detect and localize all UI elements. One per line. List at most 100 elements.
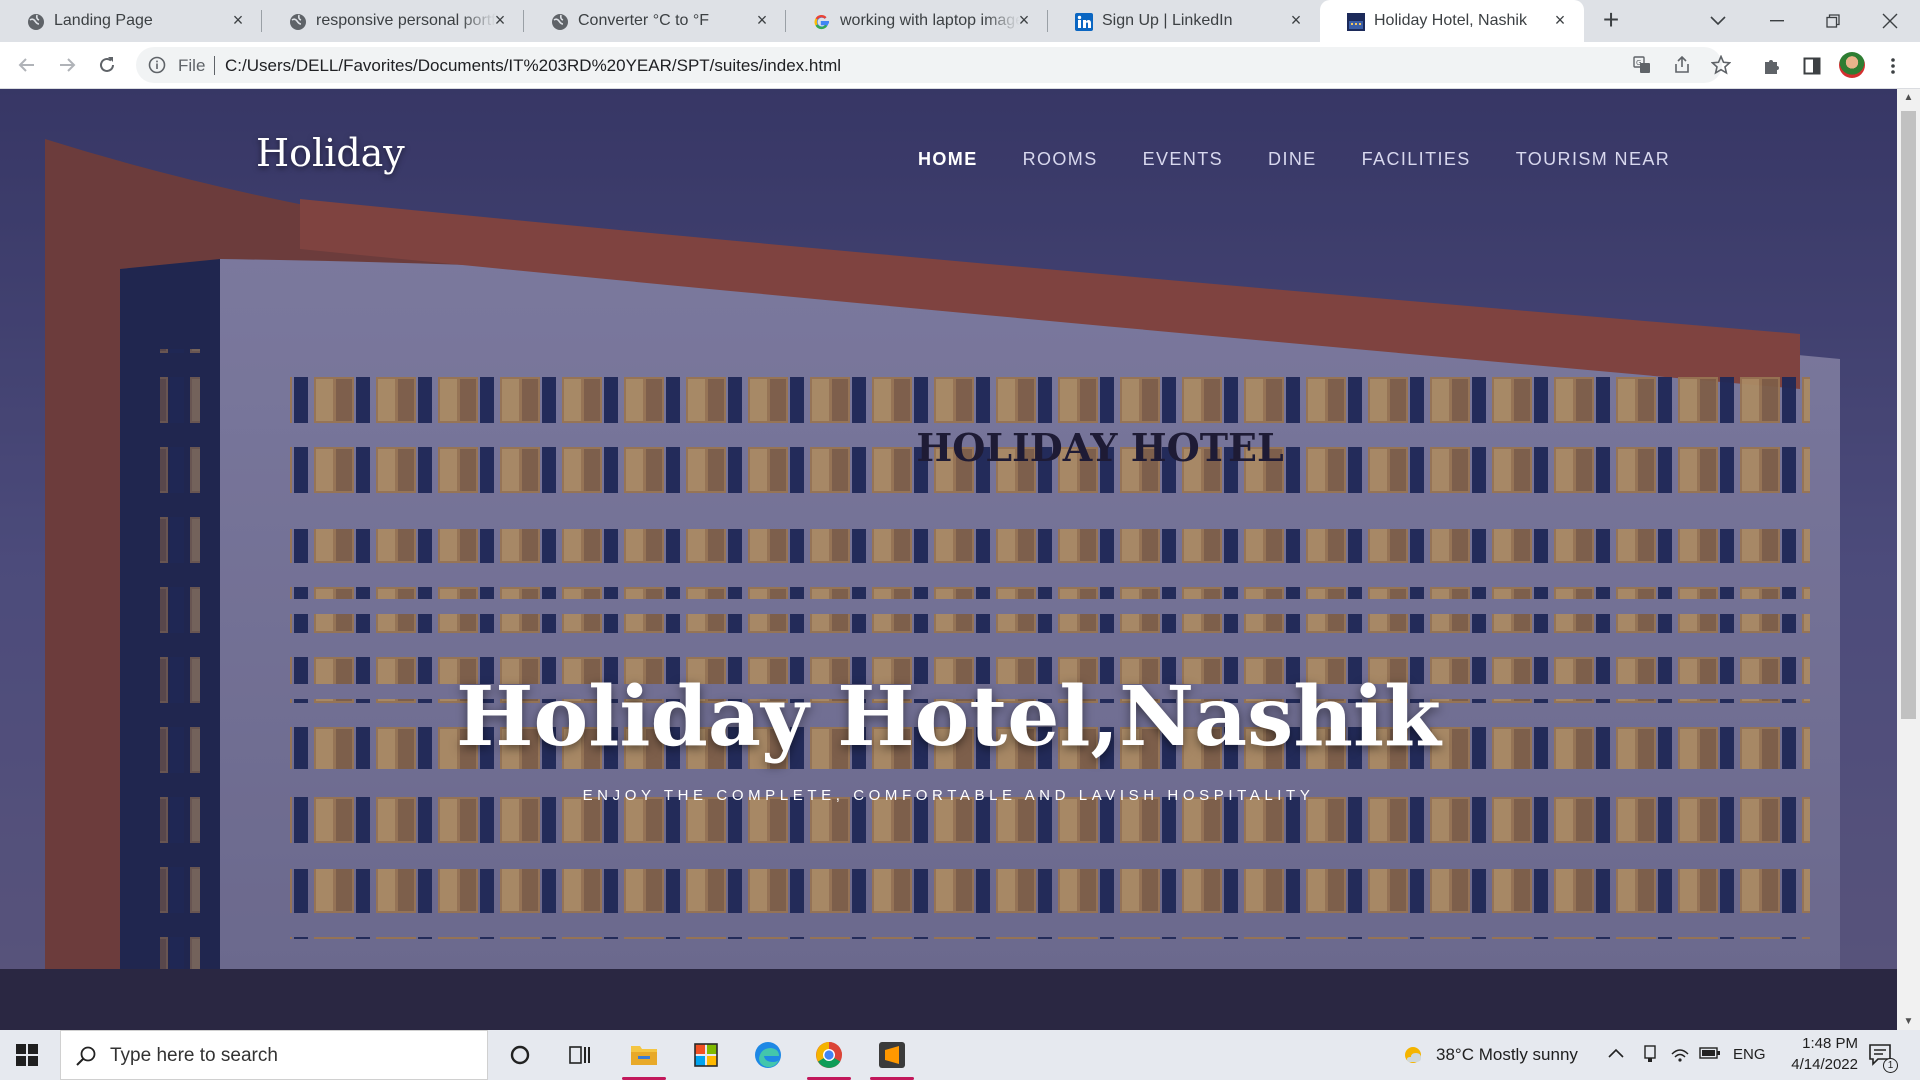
wifi-icon[interactable] — [1670, 1044, 1690, 1069]
address-bar[interactable]: File C:/Users/DELL/Favorites/Documents/I… — [136, 47, 1731, 83]
site-icon — [1346, 12, 1365, 31]
globe-icon — [26, 12, 45, 31]
tab-title: Converter °C to °F — [578, 12, 710, 29]
new-tab-button[interactable]: + — [1598, 6, 1624, 34]
restore-icon — [1826, 14, 1840, 28]
sublime-text-button[interactable] — [864, 1030, 920, 1080]
cortana-button[interactable] — [492, 1030, 548, 1080]
forward-button[interactable] — [53, 51, 81, 79]
chrome-button[interactable] — [801, 1030, 857, 1080]
task-view-button[interactable] — [552, 1030, 608, 1080]
avatar[interactable] — [1839, 52, 1865, 78]
tab-title: Landing Page — [54, 12, 153, 29]
tab-strip: Landing Page × responsive personal portf… — [0, 0, 1920, 42]
cortana-icon — [510, 1045, 530, 1065]
arrow-left-icon — [18, 58, 34, 72]
nav-dine[interactable]: DINE — [1268, 149, 1317, 173]
ms-store-button[interactable] — [678, 1030, 734, 1080]
back-button[interactable] — [13, 51, 41, 79]
nav-events[interactable]: EVENTS — [1143, 149, 1223, 173]
translate-icon[interactable]: G — [1632, 55, 1652, 75]
edge-icon — [755, 1042, 781, 1068]
puzzle-icon[interactable] — [1760, 54, 1784, 78]
tab-converter[interactable]: Converter °C to °F × — [524, 0, 786, 42]
close-icon[interactable]: × — [490, 10, 510, 30]
windows-start-icon[interactable] — [16, 1044, 38, 1066]
window-close-button[interactable] — [1875, 6, 1905, 36]
tab-title: responsive personal portfolio — [316, 12, 496, 29]
hero-section: HOLIDAY HOTEL Holiday HOME ROOMS EVENTS … — [0, 89, 1897, 1030]
tab-holiday-hotel[interactable]: Holiday Hotel, Nashik × — [1320, 0, 1584, 42]
file-explorer-button[interactable] — [616, 1030, 672, 1080]
tab-portfolio[interactable]: responsive personal portfolio × — [262, 0, 524, 42]
side-panel-icon[interactable] — [1800, 54, 1824, 78]
tab-title: Sign Up | LinkedIn — [1102, 12, 1233, 29]
nav-facilities[interactable]: FACILITIES — [1362, 149, 1471, 173]
scroll-down-icon[interactable]: ▼ — [1903, 1017, 1914, 1027]
usb-device-icon[interactable] — [1642, 1044, 1658, 1069]
search-icon — [76, 1046, 96, 1066]
hero-title: Holiday Hotel,Nashik — [456, 669, 1441, 765]
reload-button[interactable] — [93, 51, 121, 79]
divider — [214, 56, 215, 75]
star-icon[interactable] — [1711, 55, 1731, 75]
reload-icon — [100, 57, 114, 72]
chevron-down-icon — [1710, 16, 1726, 26]
chevron-up-icon[interactable] — [1608, 1046, 1624, 1064]
sublime-icon — [879, 1042, 905, 1068]
svg-text:G: G — [1636, 59, 1641, 67]
taskbar: Type here to search 38°C Mostly sunny EN… — [0, 1030, 1920, 1080]
google-icon — [812, 12, 831, 31]
tab-search-button[interactable] — [1703, 6, 1733, 36]
clock-date: 4/14/2022 — [1791, 1056, 1858, 1073]
restore-button[interactable] — [1818, 6, 1848, 36]
kebab-menu-icon[interactable] — [1881, 54, 1905, 78]
folder-icon — [631, 1046, 657, 1065]
info-icon[interactable] — [148, 56, 166, 74]
site-logo[interactable]: Holiday — [256, 131, 405, 175]
chrome-icon — [816, 1042, 842, 1068]
weather-sun-icon[interactable] — [1401, 1043, 1425, 1067]
battery-icon[interactable] — [1699, 1046, 1721, 1065]
close-icon — [1882, 13, 1898, 29]
close-icon[interactable]: × — [752, 10, 772, 30]
notification-count-badge: 1 — [1883, 1058, 1898, 1073]
edge-button[interactable] — [740, 1030, 796, 1080]
globe-icon — [550, 12, 569, 31]
search-placeholder: Type here to search — [110, 1045, 278, 1066]
clock[interactable]: 1:48 PM 4/14/2022 — [1768, 1033, 1858, 1075]
taskbar-search[interactable]: Type here to search — [60, 1030, 488, 1080]
weather-text[interactable]: 38°C Mostly sunny — [1436, 1045, 1578, 1065]
minimize-button[interactable] — [1762, 6, 1792, 36]
url-text[interactable]: C:/Users/DELL/Favorites/Documents/IT%203… — [225, 56, 841, 76]
task-view-icon — [569, 1046, 590, 1064]
close-icon[interactable]: × — [1550, 10, 1570, 30]
share-icon[interactable] — [1672, 55, 1692, 75]
globe-icon — [288, 12, 307, 31]
tab-linkedin[interactable]: Sign Up | LinkedIn × — [1048, 0, 1320, 42]
scroll-thumb[interactable] — [1901, 111, 1916, 719]
tab-landing-page[interactable]: Landing Page × — [0, 0, 262, 42]
arrow-right-icon — [60, 58, 76, 72]
close-icon[interactable]: × — [228, 10, 248, 30]
linkedin-icon — [1074, 12, 1093, 31]
tab-title: Holiday Hotel, Nashik — [1374, 12, 1527, 29]
store-icon — [694, 1043, 718, 1067]
language-indicator[interactable]: ENG — [1733, 1046, 1766, 1063]
site-nav: HOME ROOMS EVENTS DINE FACILITIES TOURIS… — [918, 149, 1670, 173]
tab-google-search[interactable]: working with laptop images × — [786, 0, 1048, 42]
nav-tourism-near[interactable]: TOURISM NEAR — [1516, 149, 1670, 173]
scroll-up-icon[interactable]: ▲ — [1903, 93, 1914, 103]
close-icon[interactable]: × — [1286, 10, 1306, 30]
minimize-icon — [1770, 20, 1784, 22]
hero-subtitle: ENJOY THE COMPLETE, COMFORTABLE AND LAVI… — [582, 787, 1315, 804]
tab-title: working with laptop images — [840, 12, 1020, 29]
clock-time: 1:48 PM — [1802, 1035, 1858, 1052]
nav-home[interactable]: HOME — [918, 149, 978, 173]
page-scrollbar[interactable]: ▲ ▼ — [1897, 89, 1920, 1030]
nav-rooms[interactable]: ROOMS — [1023, 149, 1098, 173]
scheme-label: File — [178, 56, 206, 75]
close-icon[interactable]: × — [1014, 10, 1034, 30]
browser-toolbar: File C:/Users/DELL/Favorites/Documents/I… — [0, 42, 1920, 89]
hero-overlay — [0, 89, 1897, 1030]
